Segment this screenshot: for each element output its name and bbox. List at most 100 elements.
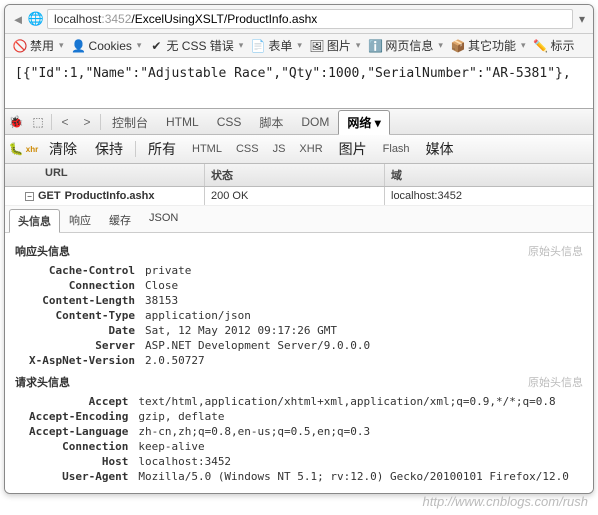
persist-button[interactable]: 保持 [87,137,131,161]
header-row: DateSat, 12 May 2012 09:17:26 GMT [23,323,374,338]
forms-menu[interactable]: 📄表单 [249,37,304,54]
header-key: Date [23,323,141,338]
header-row: ServerASP.NET Development Server/9.0.0.0 [23,338,374,353]
forbid-icon: 🚫 [13,39,27,53]
filter-all[interactable]: 所有 [140,137,184,161]
watermark: http://www.cnblogs.com/rush [423,494,588,509]
xhr-icon: xhr [25,142,39,156]
request-detail-tabs: 头信息 响应 缓存 JSON [5,206,593,233]
header-key: Host [23,454,134,469]
header-value: gzip, deflate [134,409,572,424]
cookies-menu[interactable]: 👤Cookies [70,39,144,53]
fwd-step-icon[interactable]: > [76,111,98,133]
header-value: zh-cn,zh;q=0.8,en-us;q=0.5,en;q=0.3 [134,424,572,439]
request-method: GET [38,190,61,202]
header-value: Mozilla/5.0 (Windows NT 5.1; rv:12.0) Ge… [134,469,572,484]
header-key: Cache-Control [23,263,141,278]
header-value: keep-alive [134,439,572,454]
devtools-tabs: 🐞 ⬚ < > 控制台 HTML CSS 脚本 DOM 网络 ▾ [5,109,593,135]
network-request-row[interactable]: − GET ProductInfo.ashx 200 OK localhost:… [5,187,593,206]
back-icon[interactable]: ◄ [11,12,25,26]
request-file: ProductInfo.ashx [65,190,155,202]
url-input[interactable]: localhost:3452/ExcelUsingXSLT/ProductInf… [47,9,573,29]
network-filter-bar: 🐛 xhr 清除 保持 所有 HTML CSS JS XHR 图片 Flash … [5,135,593,164]
header-row: ConnectionClose [23,278,374,293]
col-status[interactable]: 状态 [205,164,385,186]
filter-css[interactable]: CSS [230,141,265,157]
header-value: private [141,263,374,278]
col-domain[interactable]: 域 [385,164,593,186]
page-content: [{"Id":1,"Name":"Adjustable Race","Qty":… [5,58,593,108]
header-key: Server [23,338,141,353]
tab-response[interactable]: 响应 [60,208,100,232]
disable-menu[interactable]: 🚫禁用 [11,37,66,54]
filter-images[interactable]: 图片 [331,137,375,161]
header-row: User-AgentMozilla/5.0 (Windows NT 5.1; r… [23,469,573,484]
back-step-icon[interactable]: < [54,111,76,133]
collapse-icon[interactable]: − [25,192,34,201]
dropdown-icon[interactable]: ▾ [577,12,587,26]
network-columns: URL 状态 域 [5,164,593,187]
info-menu[interactable]: ℹ️网页信息 [366,37,445,54]
inspect-icon[interactable]: ⬚ [27,111,49,133]
cookie-icon: 👤 [72,39,86,53]
header-row: X-AspNet-Version2.0.50727 [23,353,374,368]
header-key: Accept-Language [23,424,134,439]
header-row: Connectionkeep-alive [23,439,573,454]
images-menu[interactable]: 🖼图片 [308,37,363,54]
info-icon: ℹ️ [368,39,382,53]
header-key: Accept-Encoding [23,409,134,424]
misc-menu[interactable]: 📦其它功能 [449,37,528,54]
address-bar: ◄ 🌐 localhost:3452/ExcelUsingXSLT/Produc… [5,5,593,34]
css-menu[interactable]: ✔无 CSS 错误 [147,37,245,54]
globe-icon: 🌐 [29,12,43,26]
tab-dom[interactable]: DOM [292,111,338,132]
headers-panel: 响应头信息原始头信息 Cache-ControlprivateConnectio… [5,233,593,493]
header-value: Sat, 12 May 2012 09:17:26 GMT [141,323,374,338]
request-headers-table: Accepttext/html,application/xhtml+xml,ap… [23,394,573,484]
tab-cache[interactable]: 缓存 [100,208,140,232]
filter-xhr[interactable]: XHR [293,141,328,157]
header-row: Accept-Languagezh-cn,zh;q=0.8,en-us;q=0.… [23,424,573,439]
header-key: Accept [23,394,134,409]
response-headers-table: Cache-ControlprivateConnectionCloseConte… [23,263,374,368]
tab-console[interactable]: 控制台 [103,110,157,134]
request-domain: localhost:3452 [385,187,593,205]
mark-menu[interactable]: ✏️标示 [532,37,577,54]
header-value: 2.0.50727 [141,353,374,368]
header-value: text/html,application/xhtml+xml,applicat… [134,394,572,409]
header-value: 38153 [141,293,374,308]
devtools-panel: 🐞 ⬚ < > 控制台 HTML CSS 脚本 DOM 网络 ▾ 🐛 xhr 清… [5,108,593,493]
request-headers-title: 请求头信息原始头信息 [15,374,583,390]
raw-link[interactable]: 原始头信息 [528,243,583,259]
header-key: Content-Type [23,308,141,323]
form-icon: 📄 [251,39,265,53]
header-row: Accept-Encodinggzip, deflate [23,409,573,424]
tab-css[interactable]: CSS [208,111,251,132]
firebug-icon[interactable]: 🐞 [5,111,27,133]
col-url[interactable]: URL [5,164,205,186]
header-row: Cache-Controlprivate [23,263,374,278]
filter-js[interactable]: JS [267,141,292,157]
header-key: User-Agent [23,469,134,484]
tab-html[interactable]: HTML [157,111,208,132]
raw-link[interactable]: 原始头信息 [528,374,583,390]
tab-script[interactable]: 脚本 [250,110,292,134]
clear-button[interactable]: 清除 [41,137,85,161]
tab-network[interactable]: 网络 ▾ [338,110,389,135]
header-value: ASP.NET Development Server/9.0.0.0 [141,338,374,353]
tab-json[interactable]: JSON [140,208,187,232]
request-status: 200 OK [205,187,385,205]
filter-flash[interactable]: Flash [377,141,416,157]
header-value: localhost:3452 [134,454,572,469]
tab-headers[interactable]: 头信息 [9,209,60,233]
webdev-toolbar: 🚫禁用 👤Cookies ✔无 CSS 错误 📄表单 🖼图片 ℹ️网页信息 📦其… [5,34,593,58]
filter-media[interactable]: 媒体 [418,137,462,161]
header-row: Hostlocalhost:3452 [23,454,573,469]
filter-html[interactable]: HTML [186,141,228,157]
header-row: Accepttext/html,application/xhtml+xml,ap… [23,394,573,409]
header-key: Content-Length [23,293,141,308]
header-key: X-AspNet-Version [23,353,141,368]
css-icon: ✔ [149,39,163,53]
header-key: Connection [23,439,134,454]
